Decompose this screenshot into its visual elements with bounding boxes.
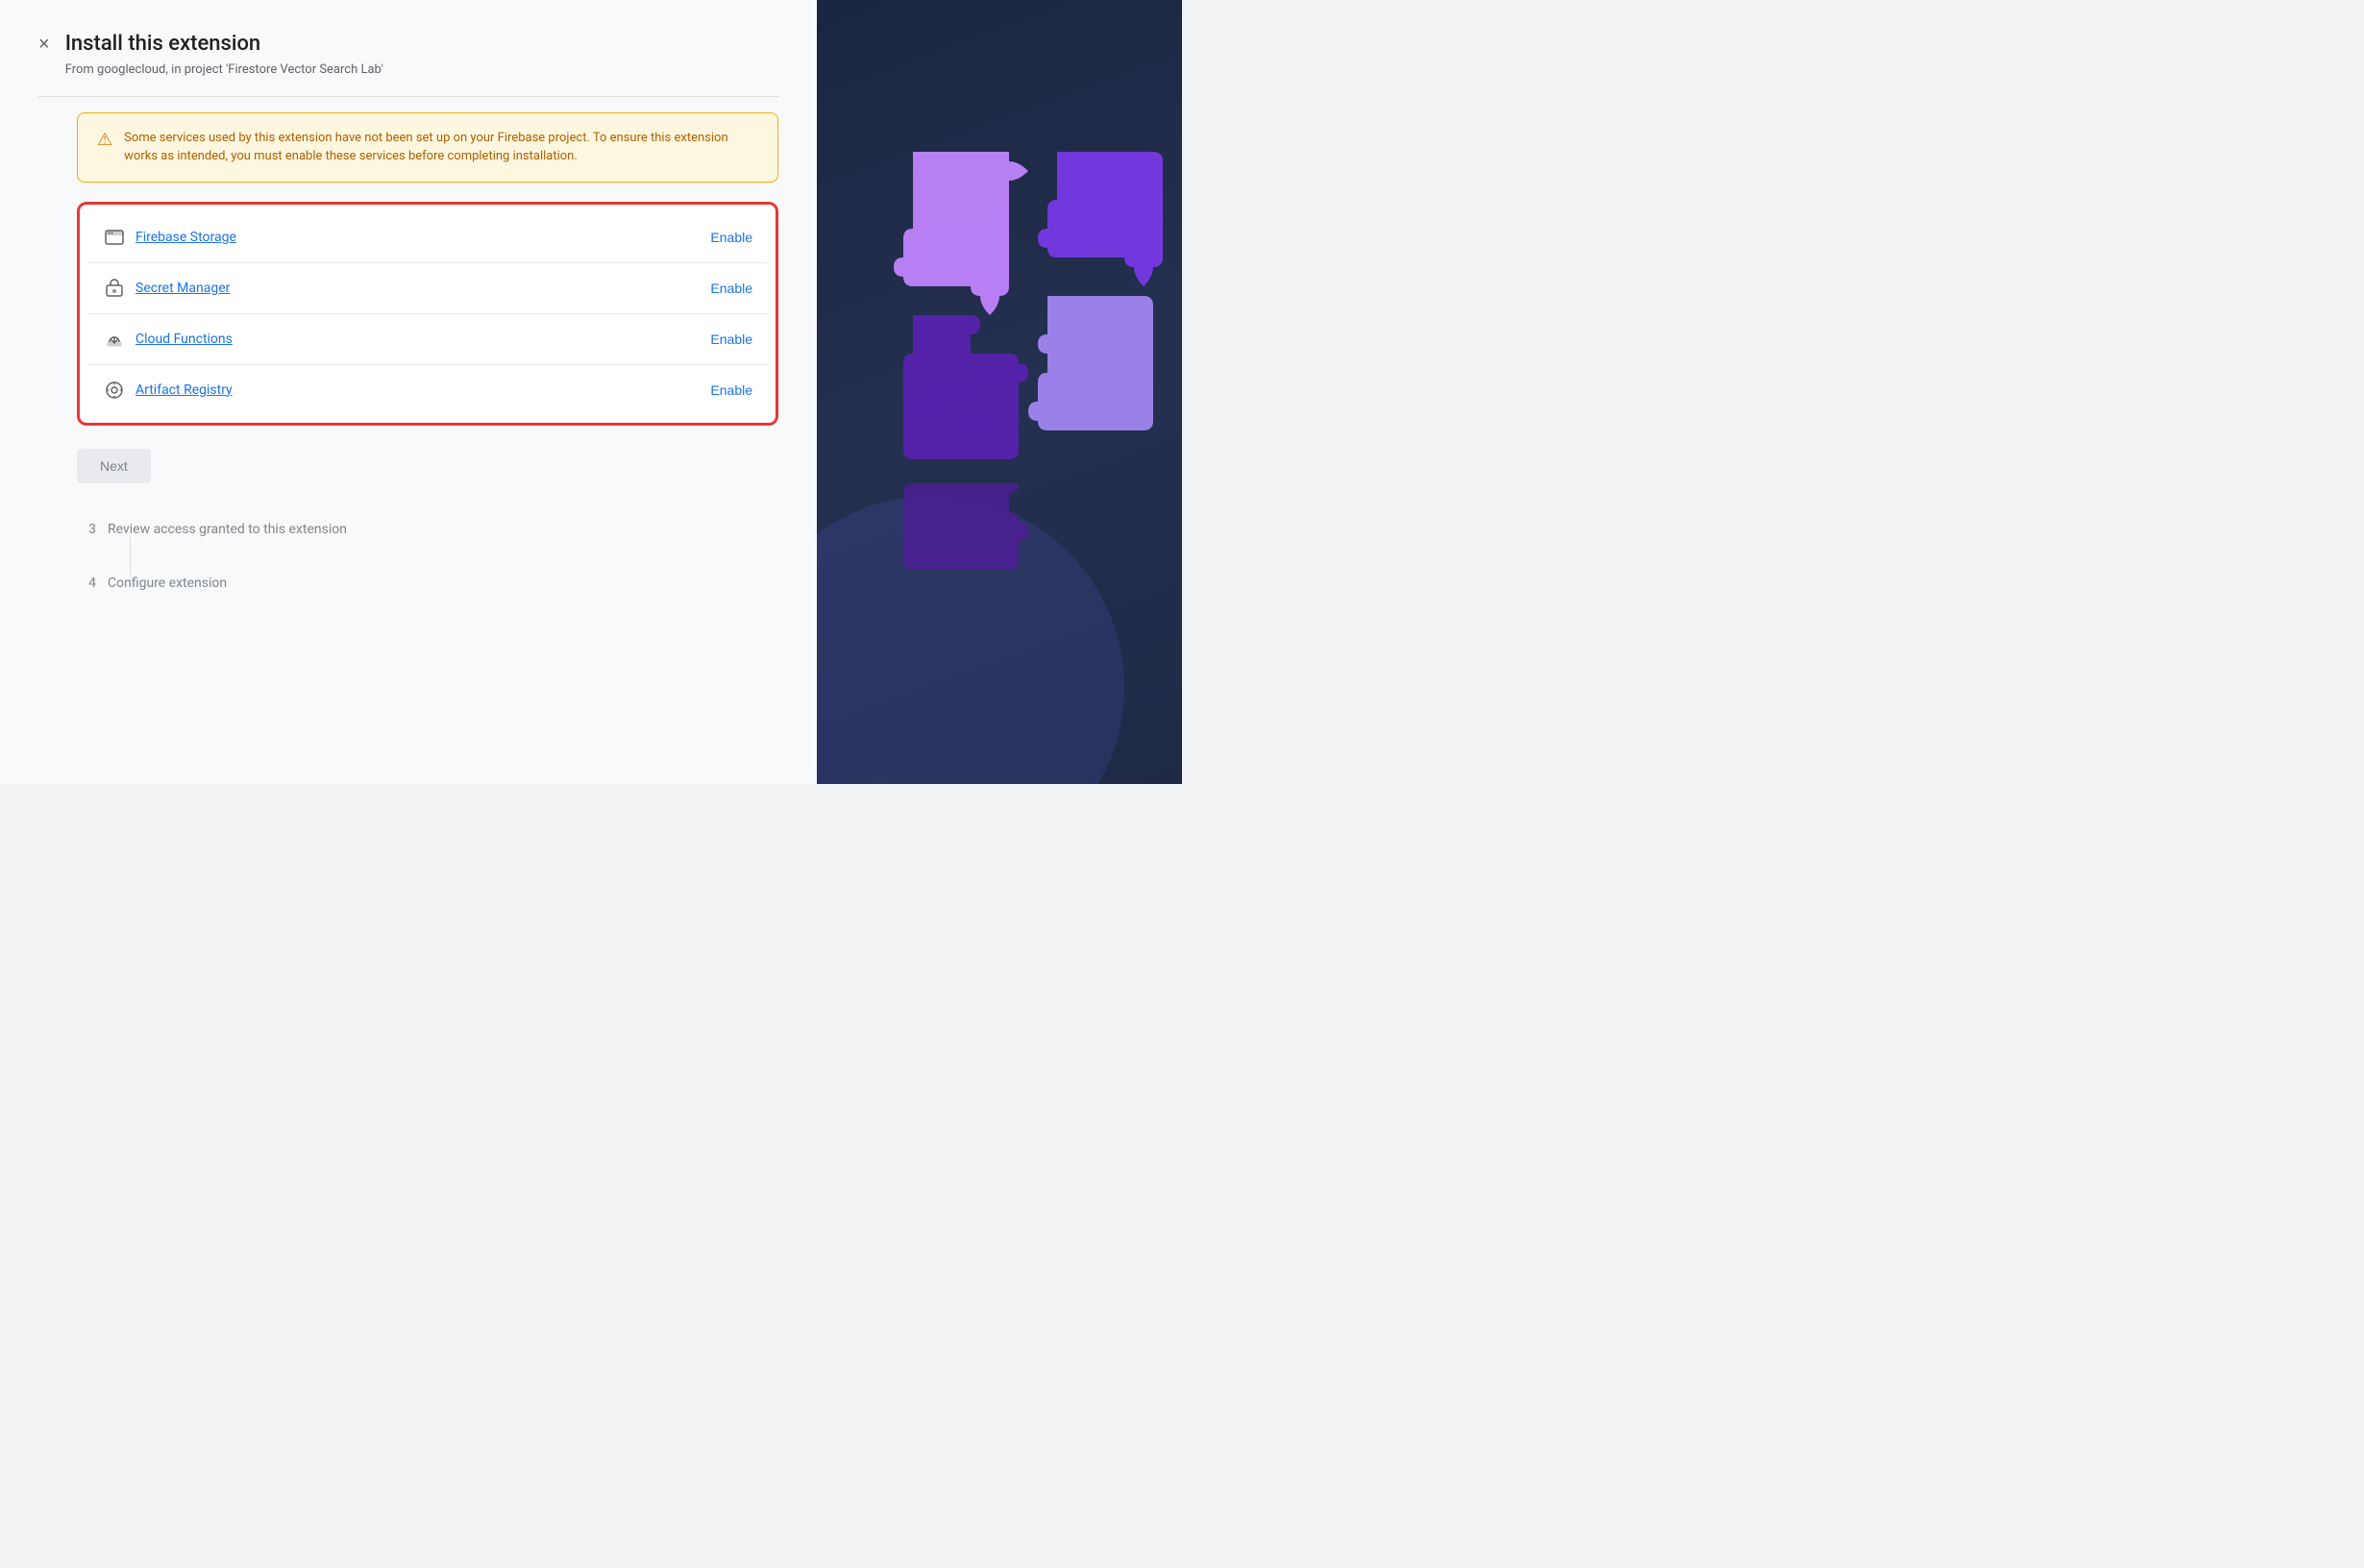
service-row-firebase-storage: Firebase Storage Enable — [87, 212, 768, 263]
warning-text: Some services used by this extension hav… — [124, 129, 758, 166]
cloud-functions-icon — [103, 328, 126, 351]
secret-manager-icon — [103, 277, 126, 300]
step-content: ⚠ Some services used by this extension h… — [38, 112, 778, 591]
left-panel: × Install this extension From googleclou… — [0, 0, 817, 784]
steps-list: 3 Review access granted to this extensio… — [77, 522, 778, 591]
cloud-functions-name[interactable]: Cloud Functions — [135, 331, 233, 347]
header-divider — [38, 96, 778, 97]
firebase-storage-enable[interactable]: Enable — [710, 230, 752, 245]
step-item-3: 3 Review access granted to this extensio… — [77, 522, 778, 537]
services-box: Firebase Storage Enable Secret Manager — [77, 202, 778, 426]
artifact-registry-icon — [103, 379, 126, 402]
page-subtitle: From googlecloud, in project 'Firestore … — [65, 62, 383, 77]
warning-icon: ⚠ — [97, 130, 112, 150]
close-button[interactable]: × — [38, 35, 50, 54]
firebase-storage-icon — [103, 226, 126, 249]
next-button[interactable]: Next — [77, 449, 151, 483]
firebase-storage-name[interactable]: Firebase Storage — [135, 230, 236, 245]
secret-manager-enable[interactable]: Enable — [710, 281, 752, 296]
step-3-number: 3 — [77, 522, 96, 537]
step-connector — [130, 537, 131, 576]
right-panel — [817, 0, 1182, 784]
step-4-label: Configure extension — [108, 576, 227, 591]
warning-banner: ⚠ Some services used by this extension h… — [77, 112, 778, 183]
service-row-secret-manager: Secret Manager Enable — [87, 263, 768, 314]
puzzle-illustration — [865, 113, 1182, 671]
step-4-number: 4 — [77, 576, 96, 591]
header: × Install this extension From googleclou… — [38, 31, 778, 77]
service-row-cloud-functions: Cloud Functions Enable — [87, 314, 768, 365]
artifact-registry-name[interactable]: Artifact Registry — [135, 382, 233, 398]
service-row-artifact-registry: Artifact Registry Enable — [87, 365, 768, 415]
step-item-4: 4 Configure extension — [77, 576, 778, 591]
cloud-functions-enable[interactable]: Enable — [710, 331, 752, 347]
artifact-registry-enable[interactable]: Enable — [710, 382, 752, 398]
step-3-label: Review access granted to this extension — [108, 522, 347, 537]
page-title: Install this extension — [65, 31, 383, 59]
secret-manager-name[interactable]: Secret Manager — [135, 281, 230, 296]
